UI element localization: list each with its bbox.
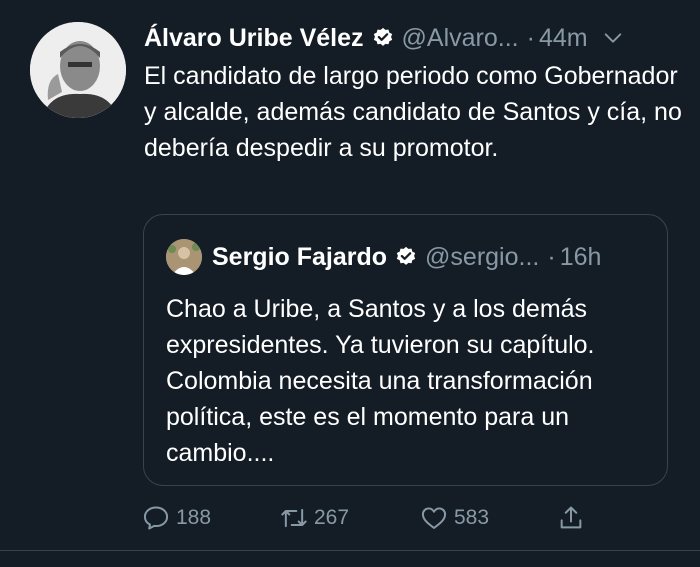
quoted-tweet-header: Sergio Fajardo @sergio... · 16h xyxy=(212,239,657,275)
like-button[interactable]: 583 xyxy=(420,504,489,532)
author-handle[interactable]: @Alvaro... xyxy=(402,24,519,53)
tweet-text: El candidato de largo periodo como Gober… xyxy=(144,62,682,162)
quoted-header-separator: · xyxy=(547,242,556,271)
author-avatar-image xyxy=(30,22,126,118)
author-avatar[interactable] xyxy=(30,22,126,118)
tweet-timestamp[interactable]: 44m xyxy=(539,24,588,53)
quoted-author-avatar-image xyxy=(166,239,202,275)
quoted-author-handle[interactable]: @sergio... xyxy=(425,243,539,272)
share-button[interactable] xyxy=(557,504,591,532)
heart-icon xyxy=(421,507,447,529)
header-separator: · xyxy=(526,23,535,52)
retweet-icon xyxy=(281,508,307,528)
reply-icon xyxy=(143,506,169,530)
retweet-count: 267 xyxy=(314,506,350,529)
quoted-tweet-timestamp[interactable]: 16h xyxy=(560,243,602,272)
quoted-tweet[interactable]: Sergio Fajardo @sergio... · 16h Chao a U… xyxy=(143,214,668,486)
reply-button[interactable]: 188 xyxy=(142,504,211,532)
tweet[interactable]: Álvaro Uribe Vélez @Alvaro... · 44m El c… xyxy=(0,0,700,567)
retweet-button[interactable]: 267 xyxy=(280,504,349,532)
quoted-author-name[interactable]: Sergio Fajardo xyxy=(212,243,387,272)
share-icon xyxy=(560,506,582,529)
author-name[interactable]: Álvaro Uribe Vélez xyxy=(144,24,364,53)
tweet-divider xyxy=(0,550,700,551)
tweet-header: Álvaro Uribe Vélez @Alvaro... · 44m xyxy=(144,20,680,56)
verified-badge-icon xyxy=(372,27,394,49)
verified-badge-icon xyxy=(395,246,417,268)
quoted-author-avatar[interactable] xyxy=(166,239,202,275)
like-count: 583 xyxy=(454,506,490,529)
quoted-tweet-text: Chao a Uribe, a Santos y a los demás exp… xyxy=(166,295,595,467)
reply-count: 188 xyxy=(176,506,212,529)
chevron-down-icon[interactable] xyxy=(602,27,624,49)
tweet-actions: 188 267 583 xyxy=(142,500,592,536)
